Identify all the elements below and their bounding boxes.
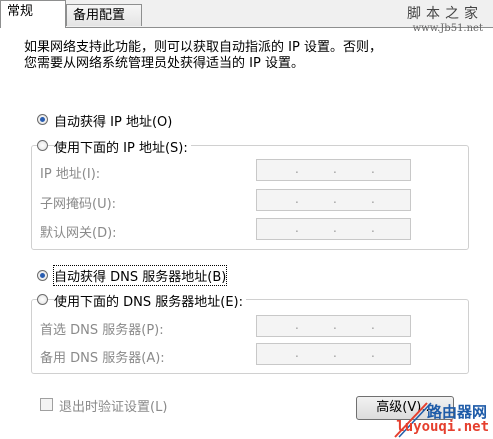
- dns-manual-radio[interactable]: [37, 294, 48, 305]
- site-watermark-top: 脚本之家 www.Jb51.net: [407, 3, 483, 34]
- subnet-mask-label: 子网掩码(U):: [40, 197, 117, 212]
- description-text: 如果网络支持此功能，则可以获取自动指派的 IP 设置。否则， 您需要从网络系统管…: [24, 40, 382, 71]
- watermark-title: 脚本之家: [407, 6, 483, 22]
- site-watermark-bottom: 路由器网 luyouqi.net: [375, 399, 493, 439]
- ip-address-label: IP 地址(I):: [40, 167, 101, 182]
- default-gateway-input[interactable]: ...: [256, 218, 411, 240]
- dns-auto-label[interactable]: 自动获得 DNS 服务器地址(B): [52, 265, 228, 286]
- default-gateway-label: 默认网关(D):: [40, 226, 117, 241]
- subnet-mask-input[interactable]: ...: [256, 189, 411, 211]
- preferred-dns-label: 首选 DNS 服务器(P):: [40, 323, 164, 338]
- alternate-dns-input[interactable]: ...: [256, 343, 411, 365]
- ip-auto-label[interactable]: 自动获得 IP 地址(O): [54, 111, 172, 130]
- validate-on-exit-checkbox[interactable]: [40, 398, 53, 411]
- dns-manual-label[interactable]: 使用下面的 DNS 服务器地址(E):: [54, 291, 246, 310]
- dns-auto-radio[interactable]: [37, 270, 48, 281]
- tab-alternate-config[interactable]: 备用配置: [66, 4, 142, 26]
- ip-manual-label[interactable]: 使用下面的 IP 地址(S):: [54, 137, 191, 156]
- watermark-bottom-url: luyouqi.net: [396, 419, 489, 435]
- tab-general[interactable]: 常规: [0, 0, 66, 28]
- preferred-dns-input[interactable]: ...: [256, 315, 411, 337]
- watermark-url: www.Jb51.net: [412, 23, 483, 34]
- alternate-dns-label: 备用 DNS 服务器(A):: [40, 351, 165, 366]
- ip-address-input[interactable]: ...: [256, 159, 411, 181]
- ip-manual-radio[interactable]: [37, 140, 48, 151]
- tab-general-label: 常规: [7, 4, 34, 19]
- tab-alternate-config-label: 备用配置: [73, 8, 126, 23]
- ip-auto-radio[interactable]: [37, 114, 48, 125]
- validate-on-exit-label[interactable]: 退出时验证设置(L): [59, 396, 167, 415]
